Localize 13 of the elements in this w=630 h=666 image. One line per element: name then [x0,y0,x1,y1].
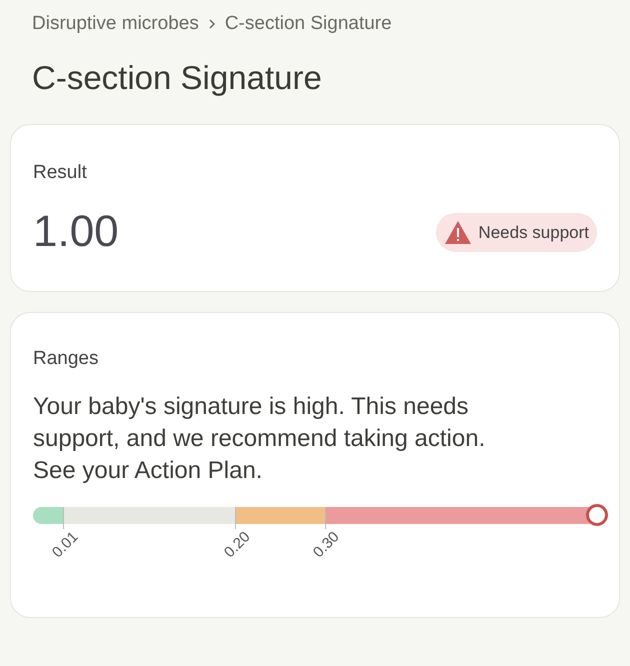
tick-label: 0.30 [309,528,344,564]
breadcrumb-link[interactable]: C-section Signature [224,10,392,38]
ranges-label: Ranges [33,346,100,371]
tick-label: 0.20 [220,528,254,564]
ranges-description: Your baby's signature is high. This needs support, and we recommend taking action. See your Action Plan. [33,392,486,486]
page-title: C-section Signature [31,58,323,98]
breadcrumb-link[interactable]: Disruptive microbes [32,10,199,38]
result-label: Result [33,160,88,185]
result-value: 1.00 [33,206,119,258]
tick-label: 0.01 [48,528,83,564]
chevron-right-icon [206,18,217,30]
warning-icon [444,220,472,245]
status-badge: Needs support [436,212,597,252]
